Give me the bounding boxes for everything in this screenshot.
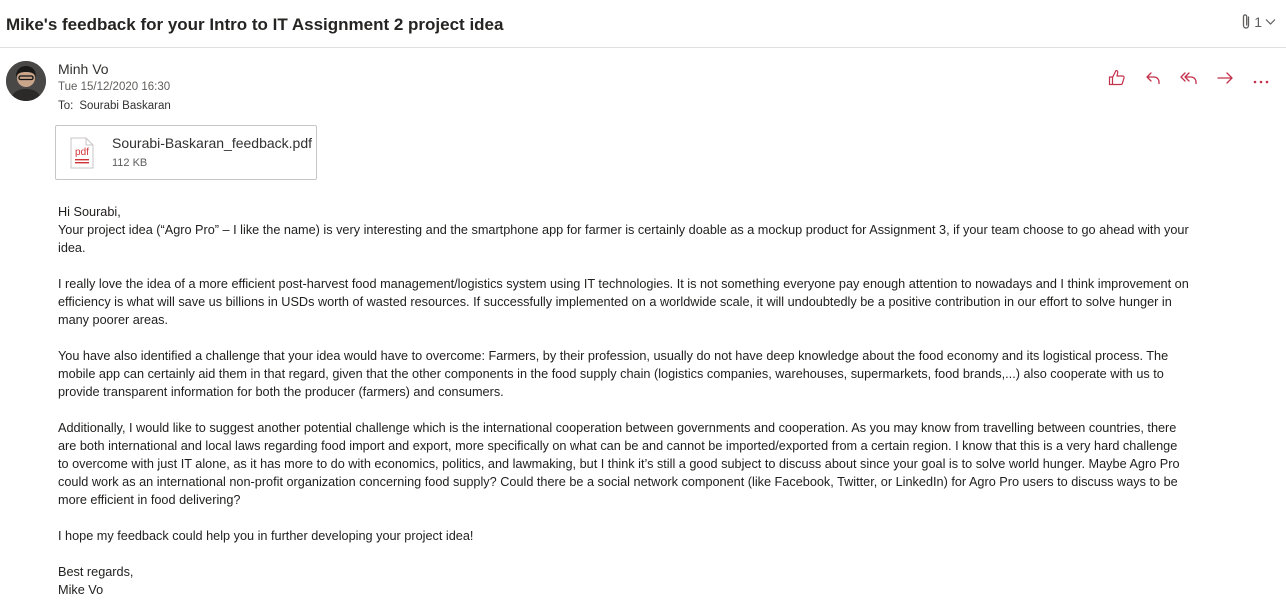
body-line: Additionally, I would like to suggest an… [58, 421, 1177, 435]
body-line: I really love the idea of a more efficie… [58, 277, 1189, 291]
body-line: You have also identified a challenge tha… [58, 349, 1169, 363]
paragraph-3: You have also identified a challenge tha… [58, 347, 1270, 401]
body-line: Your project idea (“Agro Pro” – I like t… [58, 223, 1189, 237]
attachment-indicator[interactable]: 1 [1241, 13, 1276, 30]
paragraph-1: Your project idea (“Agro Pro” – I like t… [58, 221, 1270, 257]
pdf-icon-label: pdf [75, 147, 89, 158]
avatar[interactable] [6, 61, 46, 101]
body-line: are both international and local laws re… [58, 439, 1178, 453]
paragraph-5: I hope my feedback could help you in fur… [58, 529, 474, 543]
sender-name[interactable]: Minh Vo [58, 61, 109, 77]
like-button[interactable] [1106, 69, 1128, 91]
paragraph-2: I really love the idea of a more efficie… [58, 275, 1270, 329]
reply-button[interactable] [1142, 70, 1164, 90]
forward-icon [1216, 71, 1234, 90]
attachment-card[interactable]: pdf Sourabi-Baskaran_feedback.pdf 112 KB [55, 125, 317, 180]
thumbs-up-icon [1108, 69, 1126, 91]
message-body: Hi Sourabi, Your project idea (“Agro Pro… [58, 203, 1270, 599]
body-line: many poorer areas. [58, 313, 169, 327]
body-line: more efficient in food delivering? [58, 493, 241, 507]
recipient-name[interactable]: Sourabi Baskaran [79, 100, 170, 112]
paragraph-4: Additionally, I would like to suggest an… [58, 419, 1270, 509]
body-line: mobile app can certainly aid them in tha… [58, 367, 1164, 381]
chevron-down-icon [1265, 18, 1276, 26]
body-line: efficiency is what will save us billions… [58, 295, 1172, 309]
attachment-name[interactable]: Sourabi-Baskaran_feedback.pdf [112, 135, 312, 151]
body-line: idea. [58, 241, 86, 255]
body-line: could work as an international non-profi… [58, 475, 1178, 489]
attachment-count: 1 [1254, 13, 1262, 30]
paperclip-icon [1241, 13, 1251, 30]
body-line: provide transparent information for both… [58, 385, 504, 399]
body-line: to overcome with just IT alone, as it ha… [58, 457, 1180, 471]
message-header: Mike's feedback for your Intro to IT Ass… [0, 0, 1286, 48]
attachment-size: 112 KB [112, 157, 148, 169]
reply-all-button[interactable] [1178, 70, 1200, 90]
reply-icon [1145, 70, 1161, 91]
signature: Mike Vo [58, 583, 104, 597]
email-subject: Mike's feedback for your Intro to IT Ass… [6, 15, 504, 34]
pdf-file-icon: pdf [69, 137, 95, 169]
forward-button[interactable] [1214, 70, 1236, 90]
more-icon [1253, 71, 1269, 89]
closing: Best regards, [58, 565, 134, 579]
to-label: To: [58, 100, 74, 112]
message-actions [1106, 69, 1272, 91]
more-actions-button[interactable] [1250, 70, 1272, 90]
sent-date: Tue 15/12/2020 16:30 [58, 81, 171, 93]
greeting: Hi Sourabi, [58, 205, 121, 219]
recipient-line: To: Sourabi Baskaran [58, 100, 171, 112]
reply-all-icon [1179, 70, 1199, 91]
